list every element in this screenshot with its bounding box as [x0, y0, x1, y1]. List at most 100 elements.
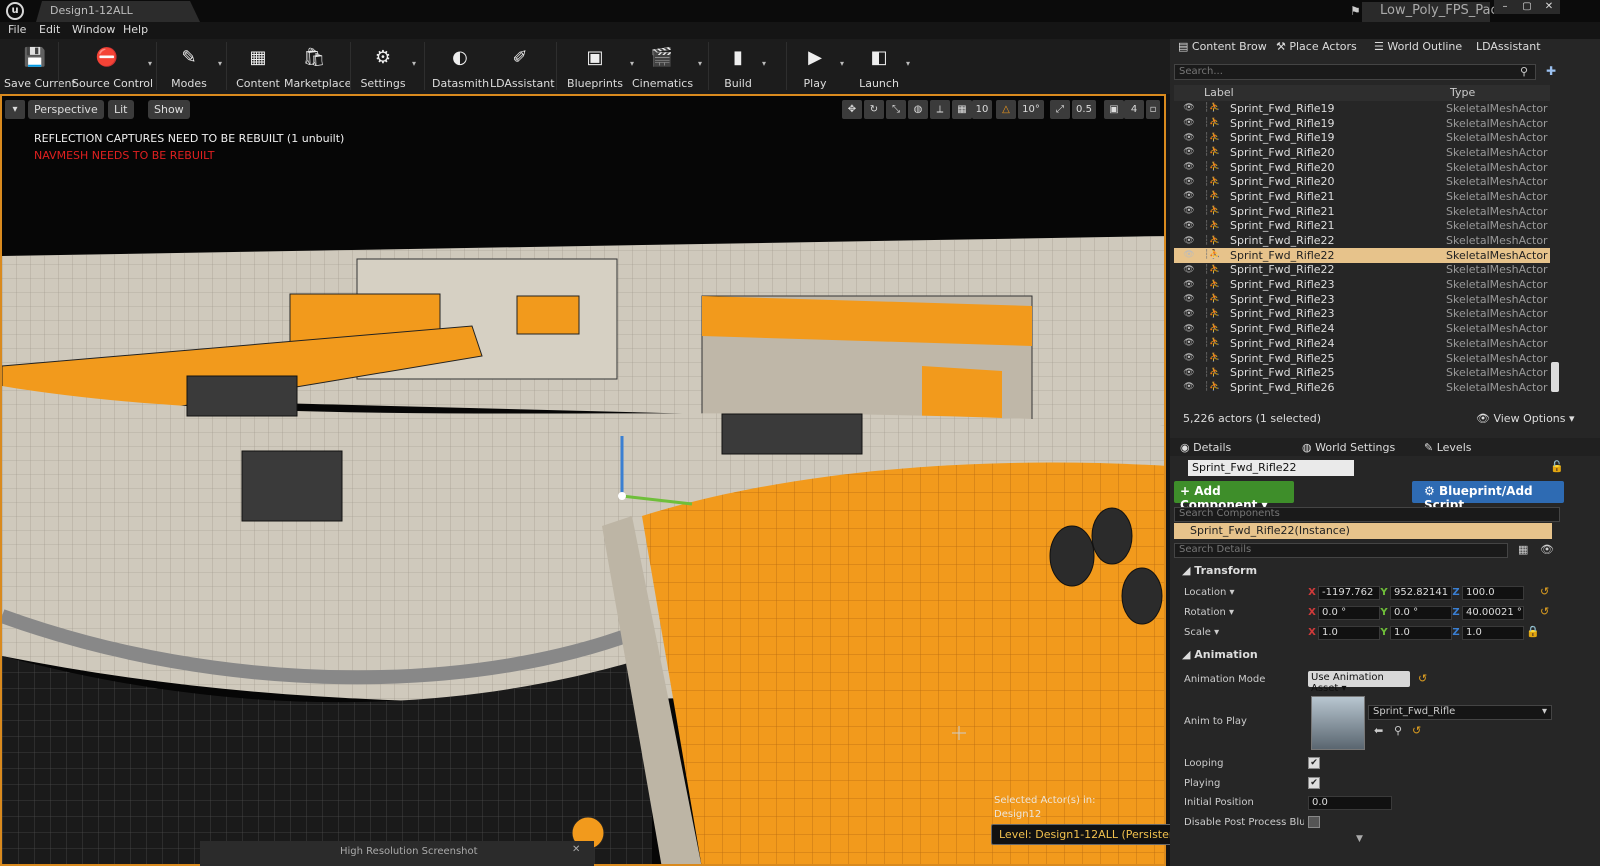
- transform-category[interactable]: ◢ Transform: [1174, 564, 1257, 582]
- location-y-field[interactable]: 952.82141: [1390, 586, 1452, 600]
- grid-view-icon[interactable]: ▦: [1518, 543, 1528, 556]
- add-component-button[interactable]: + Add Component ▾: [1174, 481, 1294, 512]
- rotation-z-field[interactable]: 40.00021 °: [1462, 606, 1524, 620]
- high-resolution-screenshot-bar[interactable]: High Resolution Screenshot ✕: [200, 841, 594, 866]
- outliner-row[interactable]: 👁 ┆⛹ Sprint_Fwd_Rifle26 SkeletalMeshActor: [1174, 380, 1550, 395]
- viewport-options-button[interactable]: ▾: [5, 100, 25, 119]
- animation-mode-select[interactable]: Use Animation Asset ▾: [1308, 671, 1410, 694]
- blueprint-add-script-button[interactable]: ⚙ Blueprint/Add Script: [1412, 481, 1564, 512]
- play-button[interactable]: ▶ Play ▾: [796, 41, 844, 93]
- camera-speed-value[interactable]: 4: [1124, 100, 1144, 119]
- tab-world-outliner[interactable]: ☰ World Outline: [1374, 40, 1462, 56]
- launch-button[interactable]: ◧ Launch ▾: [858, 41, 910, 93]
- reset-location-icon[interactable]: ↺: [1540, 585, 1549, 598]
- rotation-x-field[interactable]: 0.0 °: [1318, 606, 1380, 620]
- location-label[interactable]: Location ▾: [1184, 587, 1235, 598]
- location-z-field[interactable]: 100.0: [1462, 586, 1524, 600]
- outliner-search-input[interactable]: Search...: [1174, 64, 1536, 80]
- menu-help[interactable]: Help: [123, 23, 148, 36]
- eye-icon[interactable]: 👁: [1540, 543, 1554, 556]
- outliner-scrollbar[interactable]: [1551, 362, 1559, 392]
- close-icon[interactable]: ✕: [572, 844, 580, 855]
- menu-edit[interactable]: Edit: [39, 23, 60, 36]
- visibility-eye-icon[interactable]: 👁: [1174, 368, 1204, 378]
- outliner-row[interactable]: 👁 ┆⛹ Sprint_Fwd_Rifle24 SkeletalMeshActor: [1174, 321, 1550, 336]
- level-viewport[interactable]: [0, 94, 1166, 866]
- outliner-row[interactable]: 👁 ┆⛹ Sprint_Fwd_Rifle25 SkeletalMeshActor: [1174, 365, 1550, 380]
- type-column-header[interactable]: Type: [1450, 86, 1475, 99]
- outliner-row[interactable]: 👁 ┆⛹ Sprint_Fwd_Rifle19 SkeletalMeshActor: [1174, 101, 1550, 116]
- outliner-row[interactable]: 👁 ┆⛹ Sprint_Fwd_Rifle20 SkeletalMeshActor: [1174, 160, 1550, 175]
- tab-world-settings[interactable]: ◍ World Settings: [1302, 441, 1395, 457]
- search-components-input[interactable]: Search Components: [1174, 507, 1560, 522]
- reset-anim-icon[interactable]: ↺: [1412, 724, 1421, 737]
- cinematics-button[interactable]: 🎬 Cinematics ▾: [632, 41, 702, 93]
- dropdown-arrow-icon[interactable]: ▾: [906, 59, 910, 68]
- surface-snap-icon[interactable]: ⟂: [930, 100, 950, 119]
- search-details-input[interactable]: Search Details: [1174, 543, 1508, 558]
- scale-tool-icon[interactable]: ⤡: [886, 100, 906, 119]
- maximize-button[interactable]: ▢: [1516, 0, 1538, 14]
- outliner-row[interactable]: 👁 ┆⛹ Sprint_Fwd_Rifle25 SkeletalMeshActor: [1174, 351, 1550, 366]
- visibility-eye-icon[interactable]: 👁: [1174, 221, 1204, 231]
- visibility-eye-icon[interactable]: 👁: [1174, 206, 1204, 216]
- looping-checkbox[interactable]: ✔: [1308, 757, 1320, 769]
- camera-speed-icon[interactable]: ▣: [1104, 100, 1124, 119]
- scale-snap-icon[interactable]: ⤢: [1050, 100, 1070, 119]
- outliner-row[interactable]: 👁 ┆⛹ Sprint_Fwd_Rifle22 SkeletalMeshActor: [1174, 247, 1550, 263]
- disable-post-process-checkbox[interactable]: [1308, 816, 1320, 828]
- outliner-row[interactable]: 👁 ┆⛹ Sprint_Fwd_Rifle20 SkeletalMeshActor: [1174, 145, 1550, 160]
- outliner-row[interactable]: 👁 ┆⛹ Sprint_Fwd_Rifle23 SkeletalMeshActor: [1174, 277, 1550, 292]
- actor-name-field[interactable]: Sprint_Fwd_Rifle22: [1188, 460, 1354, 476]
- scale-y-field[interactable]: 1.0: [1390, 626, 1452, 640]
- tab-place-actors[interactable]: ⚒ Place Actors: [1276, 40, 1357, 56]
- outliner-row[interactable]: 👁 ┆⛹ Sprint_Fwd_Rifle21 SkeletalMeshActor: [1174, 204, 1550, 219]
- grid-snap-icon[interactable]: ▦: [952, 100, 972, 119]
- datasmith-button[interactable]: ◐ Datasmith: [432, 41, 489, 93]
- world-local-icon[interactable]: ◍: [908, 100, 928, 119]
- outliner-row[interactable]: 👁 ┆⛹ Sprint_Fwd_Rifle21 SkeletalMeshActor: [1174, 219, 1550, 234]
- outliner-row[interactable]: 👁 ┆⛹ Sprint_Fwd_Rifle19 SkeletalMeshActor: [1174, 130, 1550, 145]
- outliner-row[interactable]: 👁 ┆⛹ Sprint_Fwd_Rifle23 SkeletalMeshActor: [1174, 292, 1550, 307]
- outliner-row[interactable]: 👁 ┆⛹ Sprint_Fwd_Rifle24 SkeletalMeshActor: [1174, 336, 1550, 351]
- location-x-field[interactable]: -1197.762: [1318, 586, 1380, 600]
- content-button[interactable]: ▦ Content: [236, 41, 280, 93]
- outliner-row[interactable]: 👁 ┆⛹ Sprint_Fwd_Rifle23 SkeletalMeshActor: [1174, 307, 1550, 322]
- blueprints-button[interactable]: ▣ Blueprints ▾: [566, 41, 634, 93]
- use-selected-icon[interactable]: ⬅: [1374, 724, 1383, 737]
- lit-button[interactable]: Lit: [108, 100, 134, 119]
- document-tab[interactable]: Design1-12ALL: [36, 1, 200, 22]
- outliner-row[interactable]: 👁 ┆⛹ Sprint_Fwd_Rifle22 SkeletalMeshActor: [1174, 263, 1550, 278]
- visibility-eye-icon[interactable]: 👁: [1174, 309, 1204, 319]
- modes-button[interactable]: ✎ Modes ▾: [166, 41, 222, 93]
- rotation-y-field[interactable]: 0.0 °: [1390, 606, 1452, 620]
- save-current-button[interactable]: 💾 Save Current: [4, 41, 76, 93]
- scale-lock-icon[interactable]: 🔒: [1526, 625, 1540, 638]
- outliner-row[interactable]: 👁 ┆⛹ Sprint_Fwd_Rifle20 SkeletalMeshActor: [1174, 174, 1550, 189]
- reset-rotation-icon[interactable]: ↺: [1540, 605, 1549, 618]
- dropdown-arrow-icon[interactable]: ▾: [762, 59, 766, 68]
- show-button[interactable]: Show: [148, 100, 190, 119]
- outliner-row[interactable]: 👁 ┆⛹ Sprint_Fwd_Rifle19 SkeletalMeshActor: [1174, 116, 1550, 131]
- playing-checkbox[interactable]: ✔: [1308, 777, 1320, 789]
- tab-details[interactable]: ◉ Details: [1180, 441, 1231, 457]
- visibility-eye-icon[interactable]: 👁: [1174, 294, 1204, 304]
- grid-snap-value[interactable]: 10: [972, 100, 992, 119]
- move-tool-icon[interactable]: ✥: [842, 100, 862, 119]
- outliner-row[interactable]: 👁 ┆⛹ Sprint_Fwd_Rifle22 SkeletalMeshActor: [1174, 233, 1550, 248]
- rotation-snap-icon[interactable]: △: [996, 100, 1016, 119]
- visibility-eye-icon[interactable]: 👁: [1174, 191, 1204, 201]
- scale-z-field[interactable]: 1.0: [1462, 626, 1524, 640]
- visibility-eye-icon[interactable]: 👁: [1174, 280, 1204, 290]
- animation-thumbnail[interactable]: [1311, 696, 1365, 750]
- outliner-options-icon[interactable]: ✚: [1546, 64, 1556, 78]
- rotation-snap-value[interactable]: 10°: [1018, 100, 1044, 119]
- rotate-tool-icon[interactable]: ↻: [864, 100, 884, 119]
- outliner-list[interactable]: 👁 ┆⛹ Sprint_Fwd_Rifle19 SkeletalMeshActor 👁 ┆…: [1174, 101, 1550, 406]
- tab-content-browser[interactable]: ▤ Content Brow: [1178, 40, 1267, 56]
- dropdown-arrow-icon[interactable]: ▾: [148, 59, 152, 68]
- dropdown-arrow-icon[interactable]: ▾: [698, 59, 702, 68]
- browse-icon[interactable]: ⚲: [1394, 724, 1402, 737]
- scale-snap-value[interactable]: 0.5: [1072, 100, 1096, 119]
- animation-category[interactable]: ◢ Animation: [1174, 648, 1258, 666]
